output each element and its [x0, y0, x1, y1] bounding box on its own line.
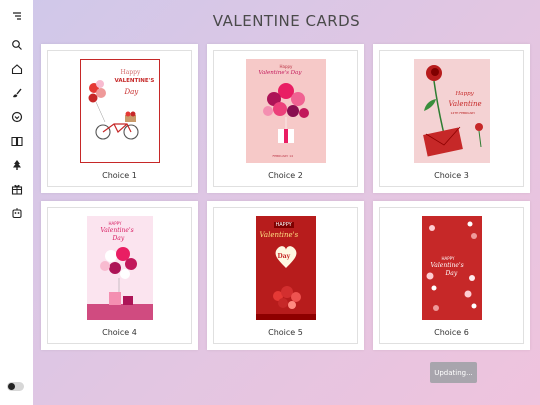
tree-icon[interactable]	[10, 158, 24, 172]
card-frame: HAPPY Valentine's Day Choice 4	[47, 207, 192, 344]
card-choice-1[interactable]: Happy VALENTINE'S Day Choice 1	[41, 44, 198, 193]
card-choice-4[interactable]: HAPPY Valentine's Day Choice 4	[41, 201, 198, 350]
thumb-title-line: Happy	[455, 91, 474, 97]
card-caption: Choice 4	[102, 328, 137, 337]
badge-icon[interactable]	[10, 110, 24, 124]
card-caption: Choice 2	[268, 171, 303, 180]
thumb-footer: FEBRUARY 14	[272, 154, 294, 158]
card-caption: Choice 3	[434, 171, 469, 180]
card-thumbnail: Happy Valentine 14TH FEBRUARY	[413, 59, 490, 163]
card-thumbnail: HAPPY Valentine's Day	[421, 216, 482, 320]
card-thumbnail: Happy VALENTINE'S Day	[79, 59, 160, 163]
search-icon[interactable]	[10, 38, 24, 52]
hearts-art	[255, 246, 316, 320]
thumb-title-line: HAPPY	[441, 256, 455, 261]
card-frame: HAPPY Valentine's Day Choice 5	[213, 207, 358, 344]
card-thumbnail: HAPPY Valentine's Day	[255, 216, 316, 320]
sidebar	[0, 0, 33, 405]
card-choice-5[interactable]: HAPPY Valentine's Day Choice 5	[207, 201, 364, 350]
thumb-title-line: Day	[445, 270, 458, 277]
page-title: VALENTINE CARDS	[212, 12, 361, 30]
toggle-knob	[8, 383, 15, 390]
card-frame: Happy Valentine's Day FEBRUARY 14 Choice…	[213, 50, 358, 187]
bicycle-balloons-art	[88, 80, 139, 140]
card-choice-2[interactable]: Happy Valentine's Day FEBRUARY 14 Choice…	[207, 44, 364, 193]
card-thumbnail: HAPPY Valentine's Day	[86, 216, 153, 320]
thumb-title-line: Valentine's	[430, 262, 464, 269]
card-choice-3[interactable]: Happy Valentine 14TH FEBRUARY Choice 3	[373, 44, 530, 193]
card-caption: Choice 5	[268, 328, 303, 337]
card-caption: Choice 6	[434, 328, 469, 337]
card-caption: Choice 1	[102, 171, 137, 180]
heart-balloons-art	[262, 83, 309, 143]
gift-icon[interactable]	[10, 182, 24, 196]
card-frame: Happy Valentine 14TH FEBRUARY Choice 3	[379, 50, 524, 187]
updating-status-button: Updating...	[430, 362, 477, 383]
thumb-title-line: Valentine	[448, 100, 482, 108]
thumb-subtitle: 14TH FEBRUARY	[450, 111, 476, 115]
paint-icon[interactable]	[10, 86, 24, 100]
home-icon[interactable]	[10, 62, 24, 76]
theme-toggle[interactable]	[7, 382, 24, 391]
menu-icon[interactable]	[10, 9, 24, 23]
thumb-title-line: Day	[277, 253, 291, 260]
card-frame: Happy VALENTINE'S Day Choice 1	[47, 50, 192, 187]
balloons-gifts-art	[86, 247, 153, 320]
card-choice-6[interactable]: HAPPY Valentine's Day Choice 6	[373, 201, 530, 350]
robot-icon[interactable]	[10, 206, 24, 220]
card-thumbnail: Happy Valentine's Day FEBRUARY 14	[245, 59, 326, 163]
book-icon[interactable]	[10, 134, 24, 148]
card-frame: HAPPY Valentine's Day Choice 6	[379, 207, 524, 344]
